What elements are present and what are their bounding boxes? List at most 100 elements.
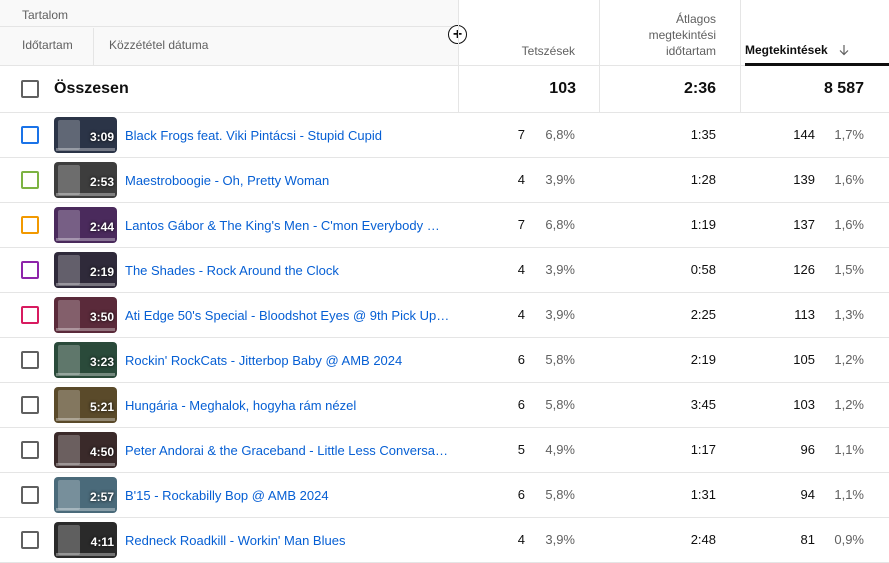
total-row: Összesen 103 2:36 8 587 bbox=[0, 66, 889, 113]
likes-column-header[interactable]: Tetszések bbox=[522, 43, 575, 59]
row-checkbox[interactable] bbox=[21, 351, 39, 369]
video-title-link[interactable]: Peter Andorai & the Graceband - Little L… bbox=[125, 443, 451, 458]
row-checkbox[interactable] bbox=[21, 261, 39, 279]
video-thumbnail[interactable]: 3:50 bbox=[54, 297, 117, 333]
avg-view-duration: 2:25 bbox=[690, 307, 716, 322]
row-checkbox[interactable] bbox=[21, 486, 39, 504]
video-duration: 2:57 bbox=[89, 490, 114, 504]
likes-percent: 6,8% bbox=[545, 127, 575, 142]
thumbnail-caption-strip bbox=[56, 328, 115, 331]
video-thumbnail[interactable]: 4:50 bbox=[54, 432, 117, 468]
table-row[interactable]: 2:53 Maestroboogie - Oh, Pretty Woman 4 3,9… bbox=[0, 158, 889, 203]
table-row[interactable]: 4:11 Redneck Roadkill - Workin' Man Blues… bbox=[0, 518, 889, 563]
thumbnail-caption-strip bbox=[56, 373, 115, 376]
avg-duration-column-header[interactable]: Átlagos megtekintési időtartam bbox=[649, 11, 716, 59]
table-row[interactable]: 2:19 The Shades - Rock Around the Clock 4 3… bbox=[0, 248, 889, 293]
header-separator bbox=[93, 28, 94, 65]
likes-count: 6 bbox=[517, 397, 525, 412]
thumbnail-art bbox=[58, 210, 80, 240]
video-thumbnail[interactable]: 5:21 bbox=[54, 387, 117, 423]
views-percent: 1,1% bbox=[834, 442, 864, 457]
views-count: 81 bbox=[800, 532, 815, 547]
likes-percent: 3,9% bbox=[545, 532, 575, 547]
video-duration: 4:11 bbox=[90, 535, 114, 549]
likes-count: 6 bbox=[517, 487, 525, 502]
duration-filter-tab[interactable]: Időtartam bbox=[22, 38, 73, 52]
thumbnail-art bbox=[58, 255, 80, 285]
row-checkbox[interactable] bbox=[21, 531, 39, 549]
total-checkbox[interactable] bbox=[21, 80, 39, 98]
table-row[interactable]: 5:21 Hungária - Meghalok, hogyha rám néze… bbox=[0, 383, 889, 428]
video-thumbnail[interactable]: 2:57 bbox=[54, 477, 117, 513]
table-row[interactable]: 4:50 Peter Andorai & the Graceband - Litt… bbox=[0, 428, 889, 473]
likes-count: 7 bbox=[517, 217, 525, 232]
likes-count: 4 bbox=[517, 532, 525, 547]
thumbnail-art bbox=[58, 165, 80, 195]
thumbnail-caption-strip bbox=[56, 463, 115, 466]
video-thumbnail[interactable]: 4:11 bbox=[54, 522, 117, 558]
video-thumbnail[interactable]: 2:53 bbox=[54, 162, 117, 198]
video-duration: 3:23 bbox=[89, 355, 114, 369]
video-title-link[interactable]: Maestroboogie - Oh, Pretty Woman bbox=[125, 173, 451, 188]
likes-percent: 5,8% bbox=[545, 352, 575, 367]
publish-date-filter-tab[interactable]: Közzététel dátuma bbox=[109, 38, 208, 52]
views-count: 94 bbox=[800, 487, 815, 502]
video-title-link[interactable]: Redneck Roadkill - Workin' Man Blues bbox=[125, 533, 451, 548]
likes-percent: 3,9% bbox=[545, 172, 575, 187]
views-count: 105 bbox=[793, 352, 815, 367]
video-thumbnail[interactable]: 2:44 bbox=[54, 207, 117, 243]
likes-percent: 3,9% bbox=[545, 307, 575, 322]
video-duration: 5:21 bbox=[89, 400, 114, 414]
row-checkbox[interactable] bbox=[21, 171, 39, 189]
thumbnail-caption-strip bbox=[56, 283, 115, 286]
total-avg-duration: 2:36 bbox=[683, 80, 716, 97]
views-percent: 1,2% bbox=[834, 352, 864, 367]
likes-percent: 4,9% bbox=[545, 442, 575, 457]
row-checkbox[interactable] bbox=[21, 306, 39, 324]
table-row[interactable]: 3:23 Rockin' RockCats - Jitterbop Baby @ … bbox=[0, 338, 889, 383]
views-column-label: Megtekintések bbox=[745, 43, 828, 57]
table-row[interactable]: 3:50 Ati Edge 50's Special - Bloodshot Ey… bbox=[0, 293, 889, 338]
thumbnail-caption-strip bbox=[56, 238, 115, 241]
views-count: 96 bbox=[800, 442, 815, 457]
views-count: 139 bbox=[793, 172, 815, 187]
avg-duration-header-line-2: megtekintési bbox=[648, 28, 716, 42]
views-percent: 1,3% bbox=[834, 307, 864, 322]
thumbnail-caption-strip bbox=[56, 148, 115, 151]
video-duration: 2:44 bbox=[89, 220, 114, 234]
video-title-link[interactable]: Ati Edge 50's Special - Bloodshot Eyes @… bbox=[125, 308, 451, 323]
video-title-link[interactable]: Black Frogs feat. Viki Pintácsi - Stupid… bbox=[125, 128, 451, 143]
avg-view-duration: 1:28 bbox=[690, 172, 716, 187]
row-checkbox[interactable] bbox=[21, 216, 39, 234]
avg-duration-header-line-1: Átlagos bbox=[675, 12, 716, 26]
likes-count: 4 bbox=[517, 172, 525, 187]
avg-view-duration: 1:19 bbox=[690, 217, 716, 232]
video-thumbnail[interactable]: 3:23 bbox=[54, 342, 117, 378]
table-row[interactable]: 2:57 B'15 - Rockabilly Bop @ AMB 2024 6 5,8… bbox=[0, 473, 889, 518]
table-row[interactable]: 2:44 Lantos Gábor & The King's Men - C'mo… bbox=[0, 203, 889, 248]
likes-percent: 6,8% bbox=[545, 217, 575, 232]
video-duration: 3:09 bbox=[89, 130, 114, 144]
views-column-header[interactable]: Megtekintések bbox=[745, 43, 850, 57]
video-title-link[interactable]: The Shades - Rock Around the Clock bbox=[125, 263, 451, 278]
views-count: 137 bbox=[793, 217, 815, 232]
total-likes: 103 bbox=[549, 80, 576, 97]
video-title-link[interactable]: Rockin' RockCats - Jitterbop Baby @ AMB … bbox=[125, 353, 451, 368]
row-checkbox[interactable] bbox=[21, 396, 39, 414]
video-thumbnail[interactable]: 3:09 bbox=[54, 117, 117, 153]
avg-view-duration: 1:31 bbox=[690, 487, 716, 502]
views-percent: 1,2% bbox=[834, 397, 864, 412]
thumbnail-caption-strip bbox=[56, 508, 115, 511]
likes-count: 7 bbox=[517, 127, 525, 142]
views-percent: 0,9% bbox=[834, 532, 864, 547]
row-checkbox[interactable] bbox=[21, 441, 39, 459]
row-checkbox[interactable] bbox=[21, 126, 39, 144]
video-title-link[interactable]: B'15 - Rockabilly Bop @ AMB 2024 bbox=[125, 488, 451, 503]
views-percent: 1,6% bbox=[834, 217, 864, 232]
video-thumbnail[interactable]: 2:19 bbox=[54, 252, 117, 288]
video-title-link[interactable]: Hungária - Meghalok, hogyha rám nézel bbox=[125, 398, 451, 413]
thumbnail-art bbox=[58, 525, 80, 555]
video-duration: 4:50 bbox=[89, 445, 114, 459]
video-title-link[interactable]: Lantos Gábor & The King's Men - C'mon Ev… bbox=[125, 218, 451, 233]
table-row[interactable]: 3:09 Black Frogs feat. Viki Pintácsi - St… bbox=[0, 113, 889, 158]
